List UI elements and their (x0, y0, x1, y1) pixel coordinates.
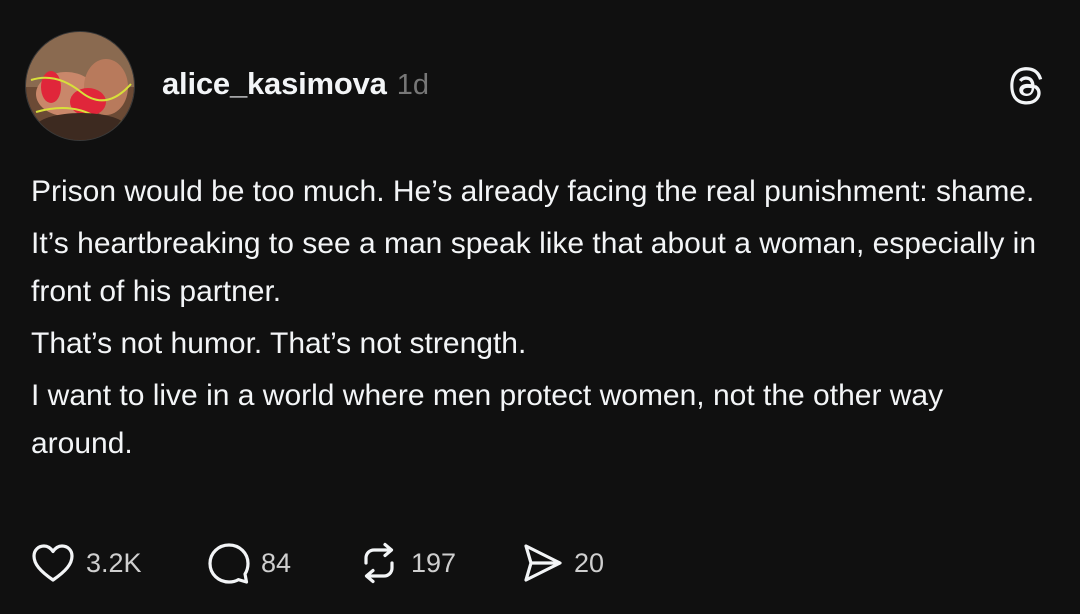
avatar[interactable] (25, 31, 135, 141)
username[interactable]: alice_kasimova (162, 66, 387, 102)
repost-count: 197 (411, 547, 457, 578)
post-paragraph: That’s not humor. That’s not strength. (31, 327, 527, 360)
reply-button[interactable]: 84 (207, 541, 357, 585)
post-header: alice_kasimova 1d (162, 66, 429, 106)
like-count: 3.2K (86, 547, 142, 578)
send-icon (524, 544, 562, 582)
threads-logo-icon[interactable] (1006, 66, 1048, 108)
share-button[interactable]: 20 (520, 541, 640, 585)
repost-button[interactable]: 197 (357, 541, 520, 585)
repost-icon (364, 542, 394, 584)
thread-post: alice_kasimova 1d Prison would be too mu… (0, 0, 1080, 614)
reply-count: 84 (261, 547, 292, 578)
post-paragraph: It’s heartbreaking to see a man speak li… (31, 227, 1037, 308)
share-count: 20 (574, 547, 605, 578)
timestamp: 1d (396, 69, 429, 101)
heart-icon (32, 544, 74, 582)
like-button[interactable]: 3.2K (30, 541, 207, 585)
action-bar: 3.2K 84 197 20 (30, 538, 640, 588)
post-body: Prison would be too much. He’s already f… (31, 168, 1041, 472)
comment-bubble-icon (208, 543, 250, 584)
post-paragraph: I want to live in a world where men prot… (31, 379, 944, 460)
post-paragraph: Prison would be too much. He’s already f… (31, 175, 1035, 208)
